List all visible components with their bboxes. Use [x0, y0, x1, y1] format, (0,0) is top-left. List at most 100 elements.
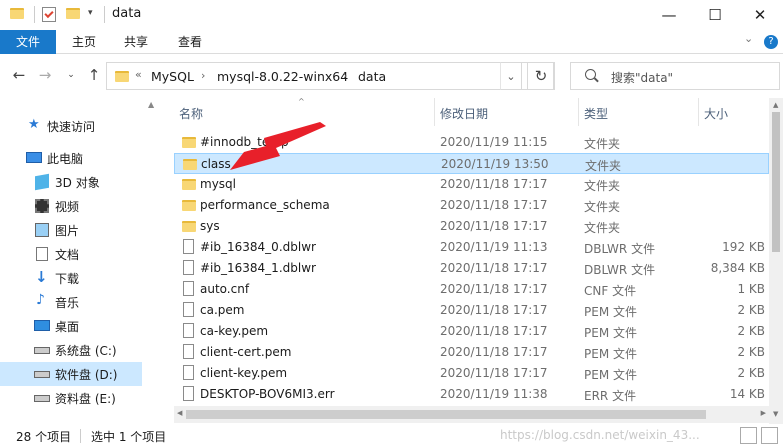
list-item[interactable]: #ib_16384_1.dblwr 2020/11/18 17:17 DBLWR… — [174, 258, 769, 279]
file-type: CNF 文件 — [584, 284, 637, 298]
properties-icon[interactable] — [42, 7, 56, 22]
list-item[interactable]: performance_schema 2020/11/18 17:17 文件夹 — [174, 195, 769, 216]
file-name: ca-key.pem — [200, 324, 269, 338]
new-folder-icon[interactable] — [66, 8, 80, 19]
sidebar-item-documents[interactable]: 文档 — [0, 242, 142, 266]
back-arrow-icon[interactable]: ← — [10, 66, 28, 84]
customize-toolbar-icon[interactable]: ▾ — [88, 8, 93, 18]
sidebar-item-label: 系统盘 (C:) — [55, 344, 117, 358]
sidebar-item-3d-objects[interactable]: 3D 对象 — [0, 170, 142, 194]
refresh-icon[interactable]: ↻ — [527, 62, 555, 90]
up-arrow-icon[interactable]: ↑ — [85, 66, 103, 84]
sidebar-scrollbar[interactable]: ▲ — [145, 98, 158, 424]
breadcrumb-data[interactable]: data — [358, 69, 386, 84]
file-icon — [183, 386, 194, 401]
sidebar-item-label: 3D 对象 — [55, 176, 100, 190]
scroll-left-icon[interactable]: ◀ — [177, 409, 182, 417]
list-item[interactable]: sys 2020/11/18 17:17 文件夹 — [174, 216, 769, 237]
scroll-right-icon[interactable]: ▶ — [761, 409, 766, 417]
breadcrumb-mysql-version[interactable]: mysql-8.0.22-winx64 — [217, 69, 348, 84]
sidebar-item-label: 资料盘 (E:) — [55, 392, 116, 406]
minimize-button[interactable]: — — [646, 0, 692, 30]
list-item[interactable]: ca.pem 2020/11/18 17:17 PEM 文件 2 KB — [174, 300, 769, 321]
tab-home[interactable]: 主页 — [62, 30, 106, 54]
file-type: PEM 文件 — [584, 347, 637, 361]
sidebar-item-drive-c[interactable]: 系统盘 (C:) — [0, 338, 142, 362]
details-view-icon[interactable] — [740, 427, 757, 444]
list-item[interactable]: mysql 2020/11/18 17:17 文件夹 — [174, 174, 769, 195]
horizontal-scrollbar[interactable]: ◀ ▶ — [174, 406, 769, 423]
list-item[interactable]: client-cert.pem 2020/11/18 17:17 PEM 文件 … — [174, 342, 769, 363]
list-item[interactable]: ca-key.pem 2020/11/18 17:17 PEM 文件 2 KB — [174, 321, 769, 342]
scrollbar-thumb[interactable] — [772, 112, 780, 252]
sidebar-item-label: 视频 — [55, 200, 80, 214]
tab-file[interactable]: 文件 — [0, 30, 56, 54]
list-item[interactable]: DESKTOP-BOV6MI3.err 2020/11/19 11:38 ERR… — [174, 384, 769, 405]
sidebar-item-quick-access[interactable]: ★ 快速访问 — [0, 114, 142, 138]
selection-count: 选中 1 个项目 — [91, 430, 167, 444]
column-name[interactable]: 名称 — [179, 105, 203, 122]
list-item[interactable]: #ib_16384_0.dblwr 2020/11/19 11:13 DBLWR… — [174, 237, 769, 258]
navigation-pane: ★ 快速访问 此电脑 3D 对象 视频 图片 文档 ↓ 下载 ♪ 音乐 桌面 系… — [0, 98, 158, 424]
file-size: 2 KB — [737, 324, 765, 338]
overflow-crumb[interactable]: « — [135, 68, 142, 81]
folder-icon — [182, 200, 196, 211]
tab-view[interactable]: 查看 — [168, 30, 212, 54]
vertical-scrollbar[interactable]: ▲ ▼ — [769, 98, 783, 424]
address-bar[interactable]: « MySQL › mysql-8.0.22-winx64 › data — [106, 62, 554, 90]
sidebar-item-drive-e[interactable]: 资料盘 (E:) — [0, 386, 142, 410]
ribbon-tabs: 文件 主页 共享 查看 ⌄ ? — [0, 30, 783, 54]
ribbon-collapse-icon[interactable]: ⌄ — [744, 32, 753, 45]
scrollbar-thumb[interactable] — [186, 410, 706, 419]
document-icon — [36, 247, 48, 261]
column-divider[interactable] — [434, 98, 435, 126]
divider — [34, 6, 35, 23]
sidebar-item-pictures[interactable]: 图片 — [0, 218, 142, 242]
file-icon — [183, 323, 194, 338]
file-type: DBLWR 文件 — [584, 263, 656, 277]
sidebar-item-drive-d[interactable]: 软件盘 (D:) — [0, 362, 142, 386]
list-item[interactable]: client-key.pem 2020/11/18 17:17 PEM 文件 2… — [174, 363, 769, 384]
forward-arrow-icon[interactable]: → — [36, 66, 54, 84]
scroll-up-icon[interactable]: ▲ — [148, 100, 154, 109]
file-type: 文件夹 — [584, 137, 621, 151]
file-name: class — [201, 157, 231, 171]
recent-locations-icon[interactable]: ⌄ — [62, 66, 80, 84]
tab-share[interactable]: 共享 — [114, 30, 158, 54]
video-icon — [35, 199, 49, 213]
file-name: #ib_16384_0.dblwr — [200, 240, 316, 254]
scroll-up-icon[interactable]: ▲ — [773, 101, 778, 109]
file-type: 文件夹 — [585, 159, 622, 173]
sidebar-item-desktop[interactable]: 桌面 — [0, 314, 142, 338]
file-name: sys — [200, 219, 220, 233]
folder-icon — [10, 8, 24, 19]
column-date[interactable]: 修改日期 — [440, 105, 488, 122]
file-type: PEM 文件 — [584, 368, 637, 382]
large-icons-view-icon[interactable] — [761, 427, 778, 444]
file-icon — [183, 365, 194, 380]
maximize-button[interactable]: ☐ — [692, 0, 738, 30]
help-icon[interactable]: ? — [764, 35, 778, 49]
sidebar-item-label: 下载 — [55, 272, 80, 286]
search-input[interactable]: 搜索"data" — [570, 62, 780, 90]
sidebar-item-music[interactable]: ♪ 音乐 — [0, 290, 142, 314]
column-size[interactable]: 大小 — [704, 105, 728, 122]
sidebar-item-downloads[interactable]: ↓ 下载 — [0, 266, 142, 290]
close-button[interactable]: ✕ — [737, 0, 783, 30]
search-placeholder: 搜索"data" — [611, 71, 674, 85]
list-item[interactable]: auto.cnf 2020/11/18 17:17 CNF 文件 1 KB — [174, 279, 769, 300]
breadcrumb-separator[interactable]: › — [201, 69, 205, 82]
sidebar-item-this-pc[interactable]: 此电脑 — [0, 146, 142, 170]
sidebar-item-videos[interactable]: 视频 — [0, 194, 142, 218]
breadcrumb-separator[interactable]: › — [343, 69, 347, 82]
column-type[interactable]: 类型 — [584, 105, 608, 122]
sort-ascending-icon: ^ — [298, 97, 305, 106]
column-divider[interactable] — [698, 98, 699, 126]
file-type: ERR 文件 — [584, 389, 637, 403]
address-dropdown-icon[interactable]: ⌄ — [500, 62, 522, 90]
breadcrumb-mysql[interactable]: MySQL — [151, 69, 194, 84]
file-date: 2020/11/19 11:13 — [440, 240, 548, 254]
file-icon — [183, 239, 194, 254]
column-divider[interactable] — [578, 98, 579, 126]
scroll-down-icon[interactable]: ▼ — [773, 410, 778, 418]
